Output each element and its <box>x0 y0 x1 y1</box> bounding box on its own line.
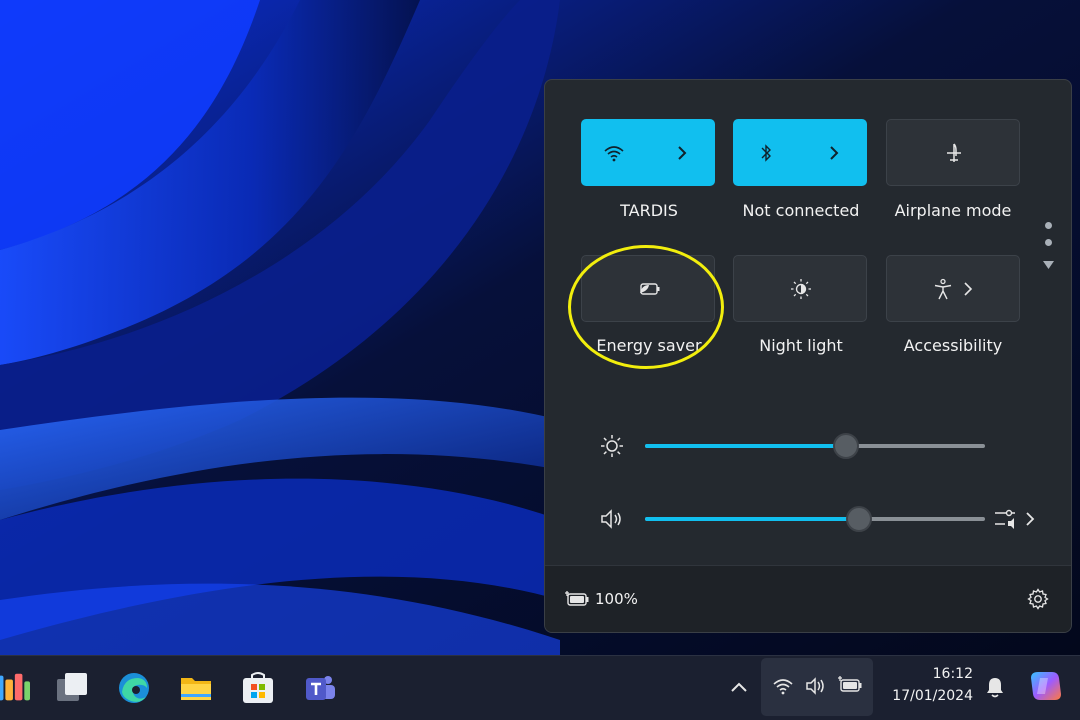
battery-icon <box>565 591 589 606</box>
energy-saver-tile-label: Energy saver <box>596 336 702 355</box>
airplane-tile-label: Airplane mode <box>894 201 1012 220</box>
bluetooth-tile-label: Not connected <box>742 201 860 220</box>
speaker-icon <box>806 677 824 695</box>
edge-icon[interactable] <box>116 670 152 706</box>
teams-icon[interactable] <box>302 670 338 706</box>
bluetooth-icon <box>761 143 771 162</box>
brightness-slider-thumb[interactable] <box>833 433 859 459</box>
wifi-tile-label: TARDIS <box>620 201 678 220</box>
gear-icon[interactable] <box>1027 588 1049 610</box>
energy-saver-tile[interactable] <box>581 255 715 322</box>
night-light-icon <box>791 278 811 299</box>
next-page-arrow-icon[interactable] <box>1042 260 1055 270</box>
quick-settings-footer: 100% <box>545 565 1071 632</box>
volume-slider-thumb[interactable] <box>846 506 872 532</box>
brightness-icon <box>601 435 623 457</box>
battery-percentage: 100% <box>595 590 638 608</box>
chevron-right-icon[interactable] <box>1025 511 1035 527</box>
clock-time[interactable]: 16:12 <box>933 666 973 682</box>
chevron-right-icon[interactable] <box>676 145 688 161</box>
bell-icon[interactable] <box>985 676 1005 698</box>
airplane-icon <box>947 142 961 162</box>
energy-saver-icon <box>640 282 660 295</box>
speaker-icon[interactable] <box>599 508 625 530</box>
chevron-up-icon[interactable] <box>730 680 748 694</box>
airplane-tile[interactable] <box>886 119 1020 186</box>
quick-settings-panel: TARDIS Not connected Airplane mode Energ… <box>544 79 1072 633</box>
brightness-slider-fill <box>645 444 846 448</box>
task-view-icon[interactable] <box>54 670 90 706</box>
brightness-slider[interactable] <box>645 431 985 461</box>
audio-mixer-icon <box>995 509 1015 529</box>
wifi-tile[interactable] <box>581 119 715 186</box>
clock-date[interactable]: 17/01/2024 <box>892 688 973 704</box>
copilot-icon[interactable] <box>1028 668 1064 704</box>
volume-slider[interactable] <box>645 504 985 534</box>
accessibility-icon <box>934 278 952 299</box>
widgets-icon[interactable] <box>0 670 30 706</box>
system-tray-group[interactable] <box>761 658 873 716</box>
night-light-tile-label: Night light <box>759 336 843 355</box>
chevron-right-icon[interactable] <box>828 145 840 161</box>
file-explorer-icon[interactable] <box>178 670 214 706</box>
wifi-icon <box>773 679 793 695</box>
accessibility-tile[interactable] <box>886 255 1020 322</box>
night-light-tile[interactable] <box>733 255 867 322</box>
chevron-right-icon[interactable] <box>963 281 973 296</box>
battery-status[interactable]: 100% <box>565 587 638 611</box>
page-indicator-dot-2[interactable] <box>1045 239 1052 246</box>
battery-icon <box>838 676 862 692</box>
accessibility-tile-label: Accessibility <box>903 336 1003 355</box>
audio-output-button[interactable] <box>993 507 1039 531</box>
bluetooth-tile[interactable] <box>733 119 867 186</box>
wifi-icon <box>604 145 624 161</box>
taskbar: 16:12 17/01/2024 <box>0 655 1080 720</box>
store-icon[interactable] <box>240 670 276 706</box>
page-indicator-dot-1[interactable] <box>1045 222 1052 229</box>
volume-slider-fill <box>645 517 859 521</box>
